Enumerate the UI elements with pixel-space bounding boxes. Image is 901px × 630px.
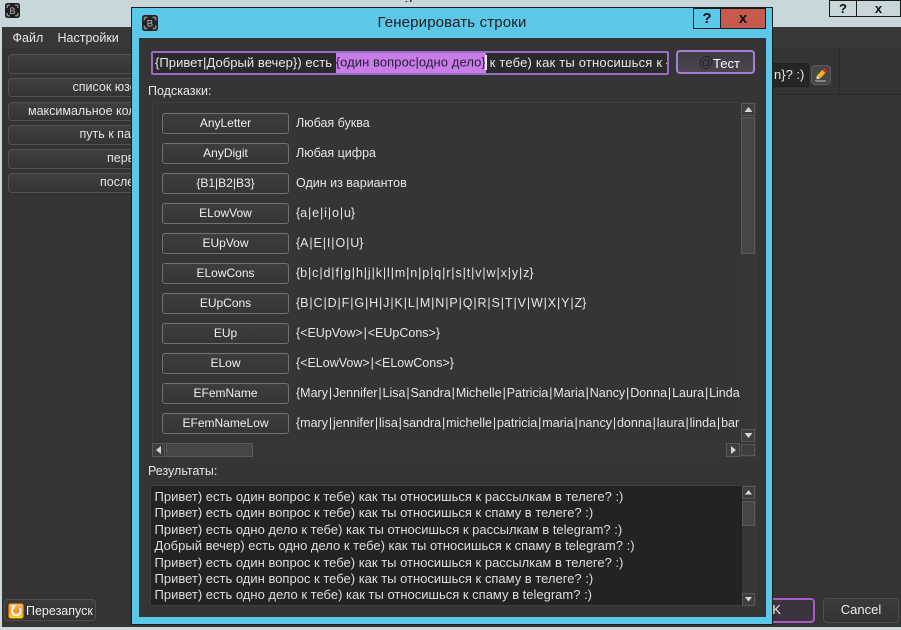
svg-text:B: B bbox=[9, 6, 15, 16]
